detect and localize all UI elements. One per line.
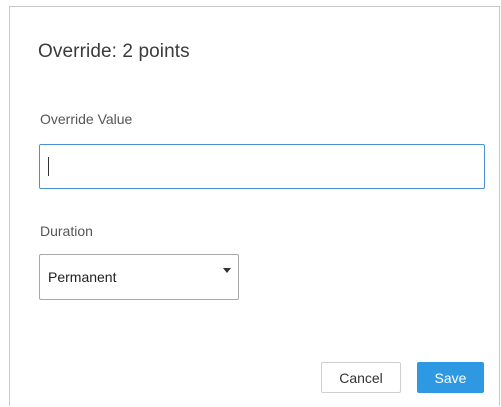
override-value-input[interactable] — [39, 144, 485, 189]
duration-select[interactable]: Permanent — [39, 254, 239, 300]
duration-label: Duration — [40, 223, 93, 239]
save-button[interactable]: Save — [417, 362, 484, 393]
text-caret — [48, 157, 49, 176]
override-value-label: Override Value — [40, 111, 133, 127]
dialog-title: Override: 2 points — [38, 41, 190, 62]
duration-selected-value: Permanent — [48, 269, 117, 285]
caret-down-icon — [223, 268, 231, 273]
cancel-button[interactable]: Cancel — [321, 362, 401, 393]
override-dialog: Override: 2 points Override Value Durati… — [9, 6, 500, 406]
